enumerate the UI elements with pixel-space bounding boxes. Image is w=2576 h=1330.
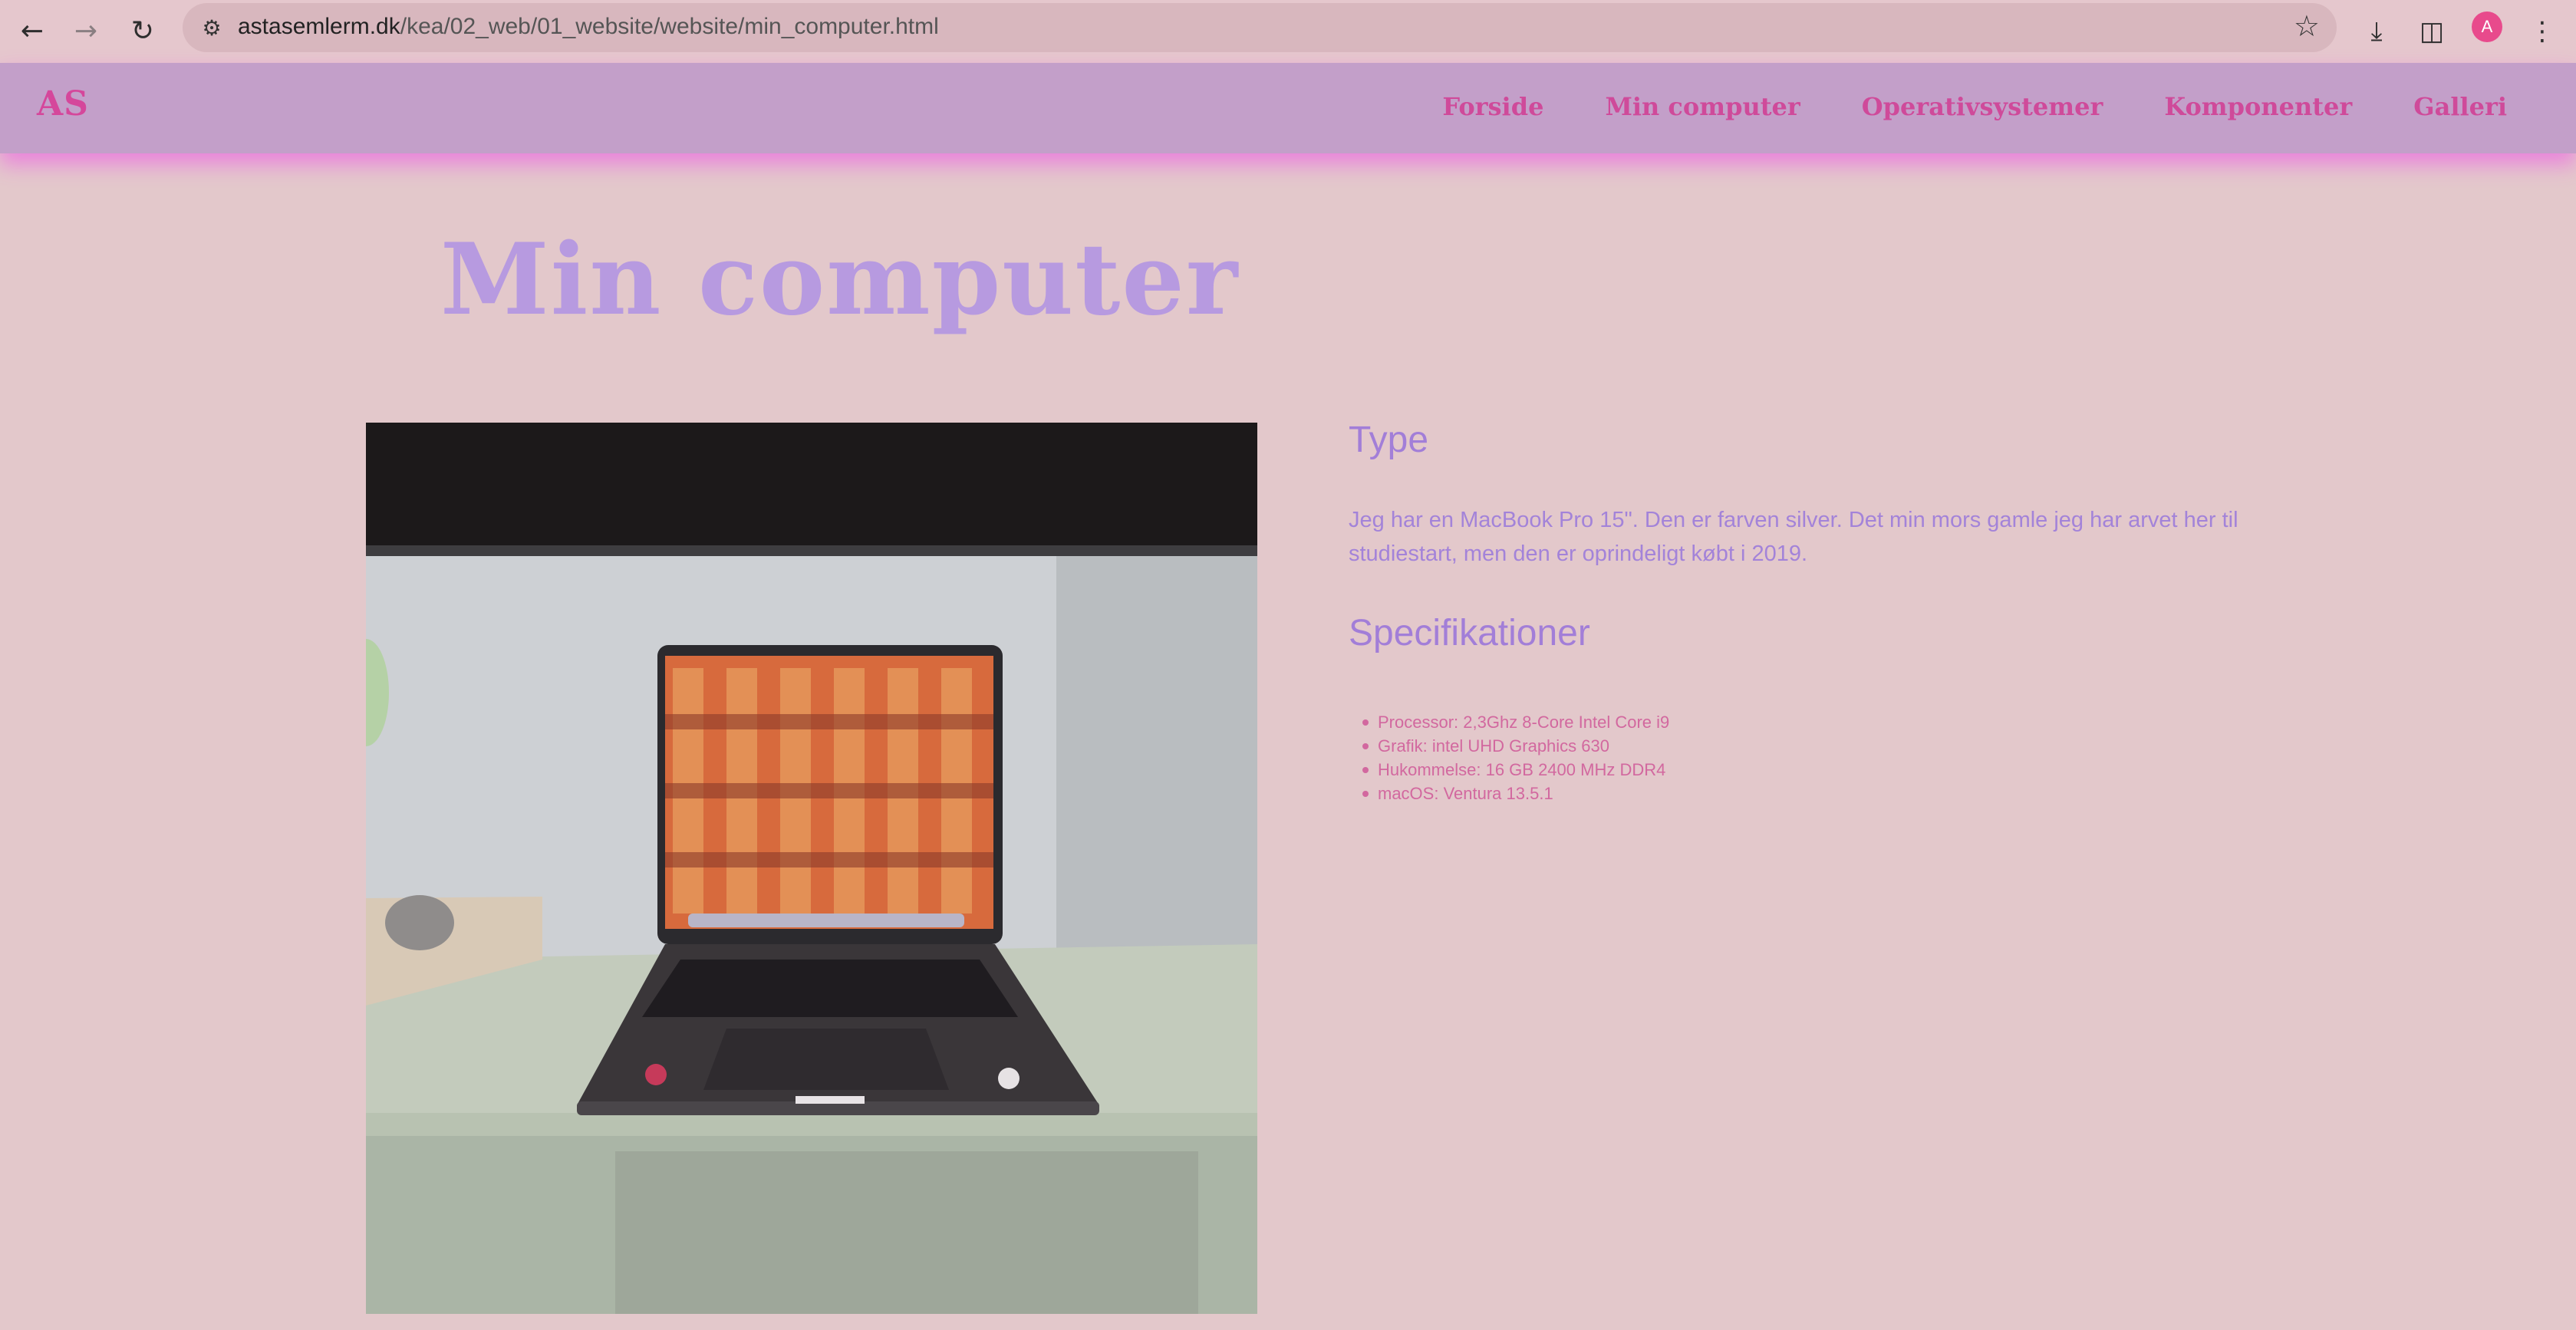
nav-link-komponenter[interactable]: Komponenter bbox=[2164, 92, 2352, 121]
nav-link-operativsystemer[interactable]: Operativsystemer bbox=[1862, 92, 2103, 121]
laptop-photo bbox=[366, 423, 1257, 1314]
spec-item-processor: Processor: 2,3Ghz 8-Core Intel Core i9 bbox=[1362, 710, 1669, 734]
spec-item-memory: Hukommelse: 16 GB 2400 MHz DDR4 bbox=[1362, 758, 1669, 782]
main-nav: Forside Min computer Operativsystemer Ko… bbox=[1442, 92, 2507, 121]
nav-link-forside[interactable]: Forside bbox=[1442, 92, 1543, 121]
site-info-icon[interactable]: ⚙ bbox=[196, 12, 227, 43]
browser-toolbar: ← → ↻ ⚙ astasemlerm.dk/kea/02_web/01_web… bbox=[0, 0, 2576, 63]
spec-item-graphics: Grafik: intel UHD Graphics 630 bbox=[1362, 734, 1669, 758]
type-heading: Type bbox=[1349, 420, 1429, 460]
type-description: Jeg har en MacBook Pro 15". Den er farve… bbox=[1349, 508, 2238, 566]
url-host: astasemlerm.dk bbox=[238, 14, 400, 39]
nav-link-galleri[interactable]: Galleri bbox=[2413, 92, 2507, 121]
back-icon[interactable]: ← bbox=[11, 10, 54, 53]
spec-item-macos: macOS: Ventura 13.5.1 bbox=[1362, 782, 1669, 805]
site-header: AS Forside Min computer Operativsystemer… bbox=[0, 63, 2576, 153]
forward-icon[interactable]: → bbox=[64, 10, 107, 53]
reload-icon[interactable]: ↻ bbox=[121, 10, 164, 53]
sidebar-icon[interactable]: ◫ bbox=[2410, 10, 2453, 53]
menu-dots-icon[interactable]: ⋮ bbox=[2521, 10, 2564, 53]
download-icon[interactable]: ⤓ bbox=[2355, 10, 2398, 53]
page-title: Min computer bbox=[440, 222, 1240, 337]
address-bar[interactable]: ⚙ astasemlerm.dk/kea/02_web/01_website/w… bbox=[183, 3, 2337, 52]
site-logo[interactable]: AS bbox=[37, 84, 89, 123]
star-icon[interactable]: ☆ bbox=[2294, 9, 2320, 43]
url-path: /kea/02_web/01_website/website/min_compu… bbox=[400, 14, 939, 39]
url-text[interactable]: astasemlerm.dk/kea/02_web/01_website/web… bbox=[238, 14, 939, 40]
profile-avatar[interactable]: A bbox=[2472, 12, 2502, 42]
specifications-heading: Specifikationer bbox=[1349, 613, 1590, 653]
specifications-list: Processor: 2,3Ghz 8-Core Intel Core i9 G… bbox=[1349, 710, 1669, 805]
nav-link-min-computer[interactable]: Min computer bbox=[1605, 92, 1800, 121]
